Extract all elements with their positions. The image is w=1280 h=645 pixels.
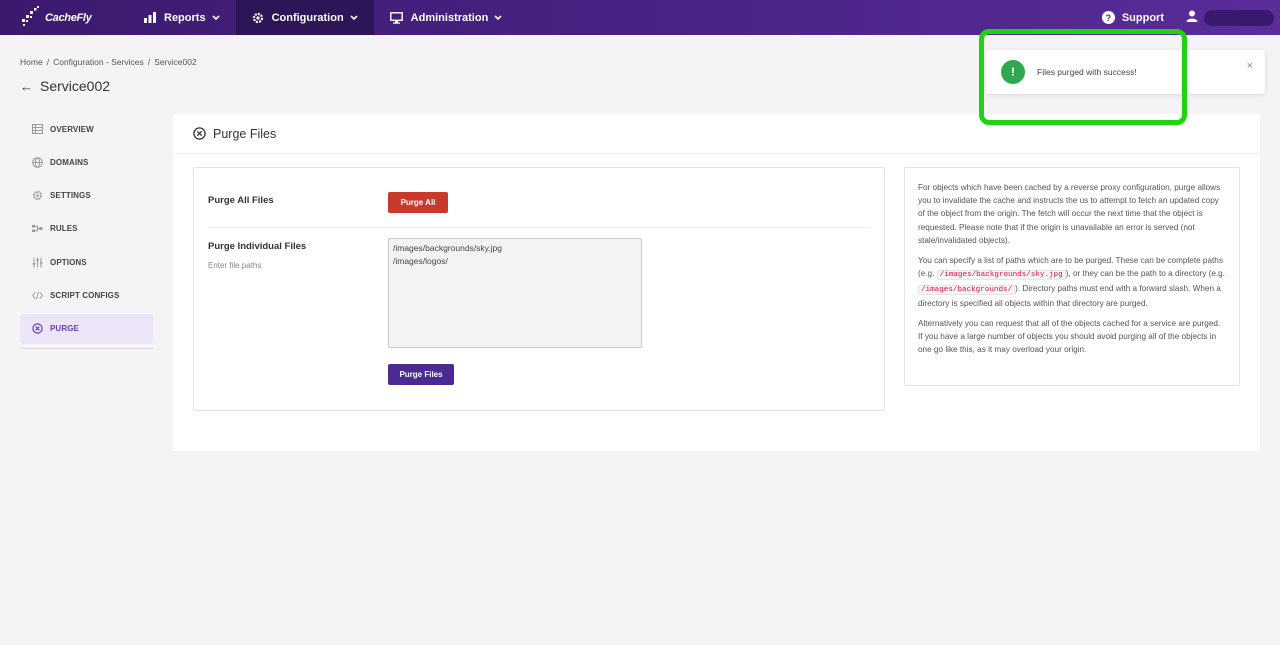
nav-administration[interactable]: Administration <box>374 0 519 35</box>
nav-reports[interactable]: Reports <box>128 0 236 35</box>
breadcrumb-home[interactable]: Home <box>20 57 43 67</box>
toast-message: Files purged with success! <box>1037 67 1137 77</box>
x-circle-icon <box>193 127 206 140</box>
flow-icon <box>32 223 43 234</box>
help-text: ), or they can be the path to a director… <box>1065 268 1226 278</box>
x-circle-icon <box>32 323 43 334</box>
breadcrumb: Home / Configuration - Services / Service002 <box>20 57 197 67</box>
support-label: Support <box>1121 11 1164 24</box>
file-paths-input[interactable] <box>388 238 642 348</box>
purge-files-button[interactable]: Purge Files <box>388 364 454 385</box>
nav-configuration-label: Configuration <box>271 11 344 24</box>
sliders-icon <box>32 257 43 268</box>
code-example-file: /images/backgrounds/sky.jpg <box>936 269 1066 280</box>
cachefly-logo[interactable]: CacheFly <box>18 5 118 31</box>
sidebar-item-label: SETTINGS <box>50 191 91 201</box>
page-title-text: Service002 <box>40 78 111 94</box>
top-nav: CacheFly Reports Configuration Administr… <box>0 0 1280 35</box>
sidebar-item-domains[interactable]: DOMAINS <box>20 147 153 177</box>
purge-individual-label: Purge Individual Files <box>208 241 307 252</box>
monitor-icon <box>389 11 403 24</box>
gear-icon <box>32 190 43 201</box>
help-paragraph-1: For objects which have been cached by a … <box>918 183 1221 245</box>
user-name-redacted <box>1204 9 1274 26</box>
card-title: Purge Files <box>213 126 277 141</box>
row-divider <box>208 227 870 228</box>
sidebar-divider <box>20 347 153 349</box>
breadcrumb-current: Service002 <box>154 57 197 67</box>
sidebar-item-script-configs[interactable]: SCRIPT CONFIGS <box>20 280 153 310</box>
sidebar-item-label: DOMAINS <box>50 157 89 167</box>
purge-form: Purge All Files Purge All Purge Individu… <box>193 167 885 411</box>
purge-all-button[interactable]: Purge All <box>388 192 448 213</box>
gear-icon <box>252 12 264 24</box>
nav-reports-label: Reports <box>164 11 206 24</box>
sidebar-item-settings[interactable]: SETTINGS <box>20 181 153 211</box>
sidebar-item-label: OVERVIEW <box>50 124 94 134</box>
code-icon <box>32 290 43 301</box>
sidebar-item-purge[interactable]: PURGE <box>20 313 153 344</box>
globe-icon <box>32 156 43 168</box>
breadcrumb-section[interactable]: Configuration - Services <box>53 57 144 67</box>
cachefly-logo-icon <box>18 5 44 31</box>
sidebar-item-options[interactable]: OPTIONS <box>20 247 153 277</box>
nav-configuration[interactable]: Configuration <box>235 0 374 35</box>
card-header: Purge Files <box>173 114 1260 154</box>
service-sidebar: OVERVIEW DOMAINS SETTINGS RULES OPTIONS … <box>20 114 153 349</box>
sidebar-item-label: SCRIPT CONFIGS <box>50 290 120 300</box>
back-arrow-icon[interactable]: ← <box>20 79 33 94</box>
help-paragraph-2: You can specify a list of paths which ar… <box>918 254 1226 311</box>
code-example-directory: /images/backgrounds/ <box>918 285 1016 296</box>
chevron-down-icon <box>494 14 502 21</box>
user-icon <box>1186 9 1198 27</box>
close-icon[interactable]: × <box>1247 60 1253 72</box>
sidebar-item-overview[interactable]: OVERVIEW <box>20 114 153 144</box>
page-title: ← Service002 <box>20 78 110 94</box>
sidebar-item-rules[interactable]: RULES <box>20 214 153 244</box>
question-icon: ? <box>1101 11 1115 24</box>
brand-name: CacheFly <box>45 11 92 24</box>
sidebar-item-label: RULES <box>50 224 78 234</box>
chevron-down-icon <box>211 14 220 21</box>
purge-all-label: Purge All Files <box>208 195 274 206</box>
user-menu[interactable] <box>1186 9 1274 27</box>
purge-card: Purge Files Purge All Files Purge All Pu… <box>173 114 1260 451</box>
grid-icon <box>32 124 43 135</box>
nav-administration-label: Administration <box>410 11 489 24</box>
help-paragraph-3: Alternatively you can request that all o… <box>918 319 1221 355</box>
purge-individual-hint: Enter file paths <box>208 261 262 270</box>
sidebar-item-label: PURGE <box>50 324 79 334</box>
sidebar-item-label: OPTIONS <box>50 257 87 267</box>
purge-help-text: For objects which have been cached by a … <box>904 167 1240 386</box>
success-toast: ! Files purged with success! × <box>986 50 1265 94</box>
nav-right: ? Support <box>1101 0 1280 35</box>
chevron-down-icon <box>350 14 358 21</box>
support-link[interactable]: ? Support <box>1101 11 1164 24</box>
bar-chart-icon <box>144 12 156 23</box>
exclamation-icon: ! <box>1001 60 1025 84</box>
